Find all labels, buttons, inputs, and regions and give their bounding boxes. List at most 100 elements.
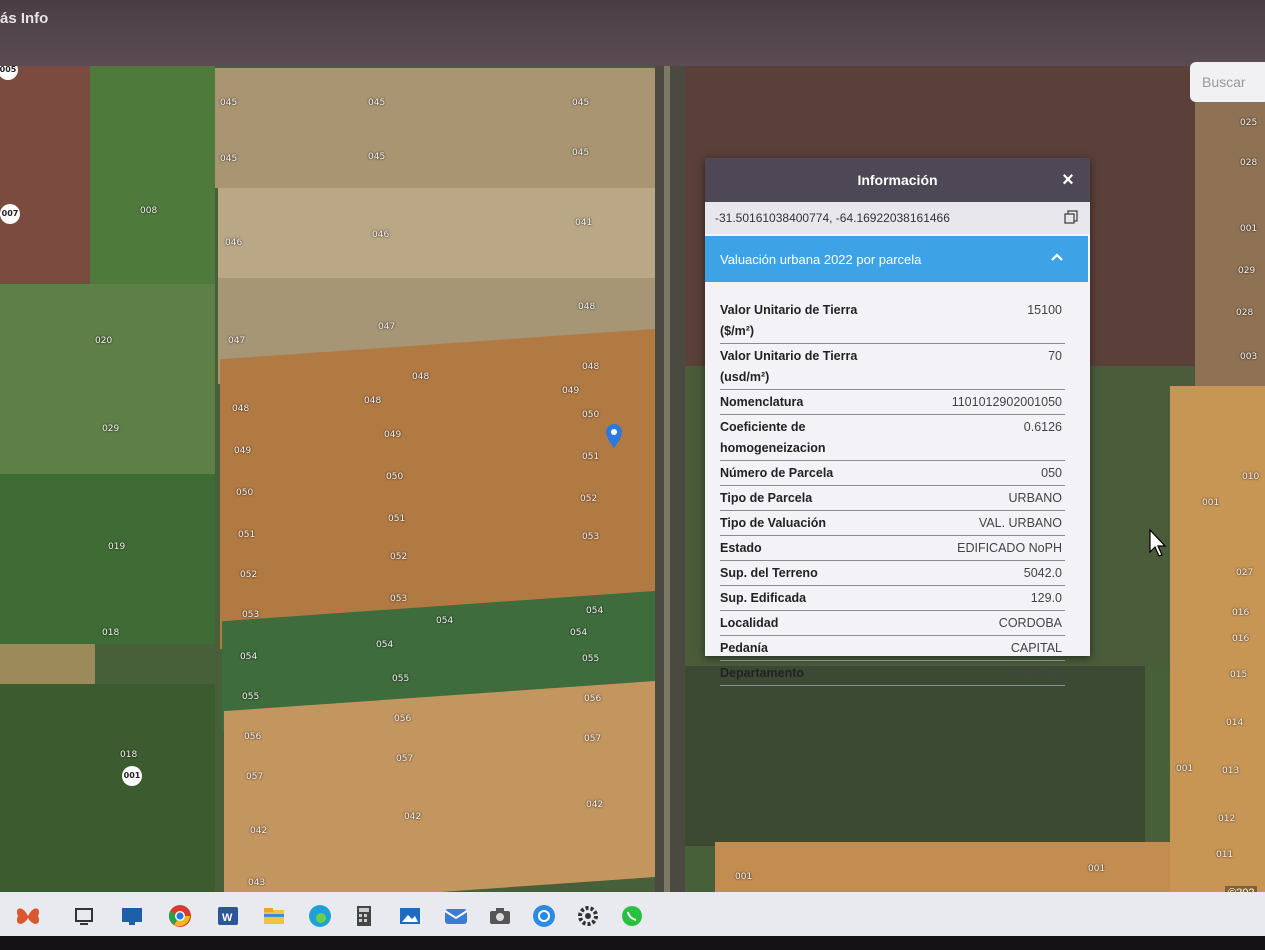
photos-icon[interactable] [396, 902, 424, 930]
parcel-label: 011 [1216, 850, 1234, 860]
copy-icon[interactable] [1064, 210, 1078, 224]
parcel-label: 047 [228, 336, 246, 346]
edge-icon[interactable] [306, 902, 334, 930]
attribute-row: Pedanía CAPITAL [720, 636, 1065, 661]
parcel-label: 042 [404, 812, 422, 822]
top-bar: ás Info [0, 0, 1265, 66]
attribute-value: 1101012902001050 [951, 395, 1062, 409]
attribute-list: Valor Unitario de Tierra ($/m²) 15100 Val… [720, 298, 1065, 686]
parcel-label: 018 [102, 628, 120, 638]
parcel-label: 052 [580, 494, 598, 504]
butterfly-icon[interactable] [14, 902, 42, 930]
attribute-row: Departamento CAPITAL [720, 661, 1065, 686]
word-icon[interactable]: W [214, 902, 242, 930]
parcel-label: 018 [120, 750, 138, 760]
attribute-key: Sup. del Terreno [720, 566, 818, 580]
attribute-key: Sup. Edificada [720, 591, 807, 605]
whatsapp-icon[interactable] [618, 902, 646, 930]
chevron-up-icon[interactable] [1050, 250, 1064, 264]
task-view-icon[interactable] [70, 902, 98, 930]
info-panel: Información × -31.50161038400774, -64.16… [705, 158, 1090, 686]
parcel-label: 042 [586, 800, 604, 810]
parcel-label: 028 [1236, 308, 1254, 318]
parcel-label: 045 [368, 98, 386, 108]
parcel-label: 029 [1238, 266, 1256, 276]
parcel-region [0, 684, 215, 892]
location-pin-icon[interactable] [606, 424, 622, 448]
mouse-cursor-icon [1149, 528, 1167, 557]
parcel-label: 051 [582, 452, 600, 462]
parcel-label: 050 [236, 488, 254, 498]
parcel-label: 054 [436, 616, 454, 626]
parcel-label: 043 [248, 878, 266, 888]
parcel-label: 001 [735, 872, 753, 882]
attribute-value: 5042.0 [1023, 566, 1062, 580]
parcel-badge: 007 [0, 204, 20, 224]
monitor-icon[interactable] [118, 902, 146, 930]
parcel-label: 001 [1240, 224, 1258, 234]
attribute-key: Número de Parcela [720, 466, 834, 480]
parcel-label: 027 [1236, 568, 1254, 578]
parcel-label: 049 [234, 446, 252, 456]
attribute-value: 0.6126 [1023, 420, 1062, 434]
attribute-row: Número de Parcela 050 [720, 461, 1065, 486]
parcel-label: 003 [1240, 352, 1258, 362]
coordinates-row: -31.50161038400774, -64.16922038161466 [705, 202, 1090, 234]
attribute-row: Sup. Edificada 129.0 [720, 586, 1065, 611]
camera-icon[interactable] [486, 902, 514, 930]
attribute-key: Departamento [720, 666, 805, 680]
attribute-value: EDIFICADO NoPH [957, 541, 1062, 555]
parcel-label: 015 [1230, 670, 1248, 680]
parcel-label: 001 [1202, 498, 1220, 508]
attribute-key: Localidad [720, 616, 779, 630]
search-input[interactable]: Buscar [1190, 62, 1265, 102]
parcel-label: 054 [586, 606, 604, 616]
calculator-icon[interactable] [350, 902, 378, 930]
parcel-label: 057 [396, 754, 414, 764]
parcel-label: 048 [232, 404, 250, 414]
monitor-bezel [0, 936, 1265, 950]
attribute-key: Estado [720, 541, 762, 555]
parcel-label: 052 [240, 570, 258, 580]
browser-icon[interactable] [530, 902, 558, 930]
parcel-label: 052 [390, 552, 408, 562]
parcel-label: 054 [376, 640, 394, 650]
attribute-value: CORDOBA [998, 616, 1062, 630]
parcel-label: 050 [386, 472, 404, 482]
parcel-label: 049 [562, 386, 580, 396]
attribute-row: Tipo de Valuación VAL. URBANO [720, 511, 1065, 536]
parcel-region [0, 474, 215, 644]
attribute-key: Valor Unitario de Tierra (usd/m²) [720, 349, 858, 384]
file-explorer-icon[interactable] [260, 902, 288, 930]
parcel-label: 056 [584, 694, 602, 704]
parcel-label: 057 [246, 772, 264, 782]
app-title: ás Info [0, 10, 49, 27]
parcel-label: 055 [582, 654, 600, 664]
parcel-label: 056 [394, 714, 412, 724]
mail-icon[interactable] [442, 902, 470, 930]
chrome-icon[interactable] [166, 902, 194, 930]
parcel-badge: 001 [122, 766, 142, 786]
parcel-label: 012 [1218, 814, 1236, 824]
parcel-label: 051 [238, 530, 256, 540]
attribute-key: Coeficiente de homogeneizacion [720, 420, 826, 455]
settings-icon[interactable] [574, 902, 602, 930]
attribute-key: Pedanía [720, 641, 768, 655]
parcel-label: 050 [582, 410, 600, 420]
parcel-label: 045 [572, 98, 590, 108]
section-header-valuacion[interactable]: Valuación urbana 2022 por parcela [705, 236, 1088, 282]
parcel-label: 045 [368, 152, 386, 162]
svg-text:W: W [222, 912, 233, 924]
parcel-label: 057 [584, 734, 602, 744]
parcel-label: 055 [392, 674, 410, 684]
parcel-region [218, 188, 655, 278]
close-button[interactable]: × [1056, 158, 1080, 202]
parcel-label: 054 [240, 652, 258, 662]
attribute-row: Tipo de Parcela URBANO [720, 486, 1065, 511]
attribute-key: Tipo de Valuación [720, 516, 827, 530]
parcel-region [685, 666, 1145, 846]
parcel-label: 029 [102, 424, 120, 434]
parcel-label: 048 [412, 372, 430, 382]
parcel-label: 028 [1240, 158, 1258, 168]
parcel-label: 001 [1176, 764, 1194, 774]
